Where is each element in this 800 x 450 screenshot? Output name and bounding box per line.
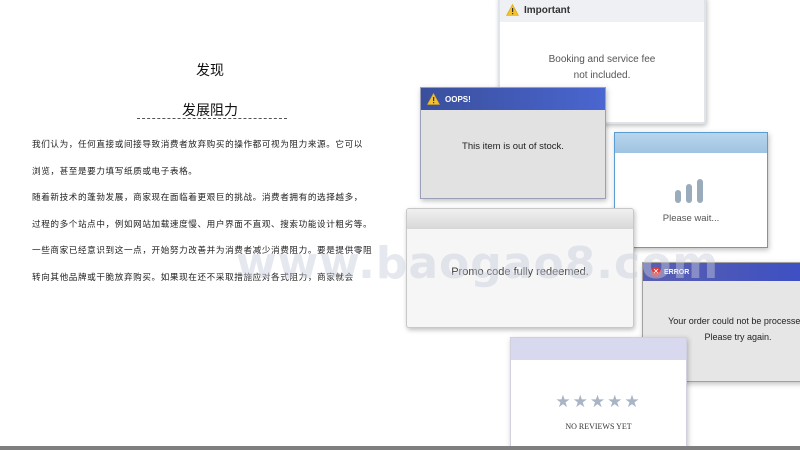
important-dialog-header: Important bbox=[500, 0, 704, 22]
slide-subtitle: 发展阻力 bbox=[182, 103, 238, 119]
loading-dialog-header bbox=[615, 133, 767, 153]
promo-dialog-message: Promo code fully redeemed. bbox=[451, 266, 589, 278]
loading-bar bbox=[697, 179, 703, 203]
body-line: 转向其他品牌或干脆放弃购买。如果现在还不采取措施应对各式阻力，商家就会 bbox=[32, 272, 354, 283]
star-rating-icon: ★★★★★ bbox=[555, 392, 642, 411]
oops-dialog-header: OOPS! bbox=[421, 88, 605, 110]
loading-dialog-message: Please wait... bbox=[662, 213, 720, 224]
warning-icon bbox=[506, 4, 519, 16]
error-icon: ✕ bbox=[651, 267, 661, 277]
loading-indicator-icon bbox=[675, 177, 715, 203]
body-line: 我们认为，任何直接或间接导致消费者放弃购买的操作都可视为阻力来源。它可以 bbox=[32, 140, 363, 150]
body-line: 浏览，甚至是要力填写纸质或电子表格。 bbox=[32, 166, 198, 177]
error-dialog-title: ERROR bbox=[664, 268, 690, 276]
important-message-line: not included. bbox=[573, 70, 631, 81]
body-line: 过程的多个站点中，例如网站加载速度慢、用户界面不直观、搜索功能设计粗劣等。 bbox=[32, 219, 373, 230]
important-message-line: Booking and service fee bbox=[548, 54, 656, 65]
body-line: 一些商家已经意识到这一点，开始努力改善并为消费者减少消费阻力。要是提供零阻 bbox=[32, 246, 373, 256]
error-dialog-header: ✕ ERROR bbox=[643, 263, 800, 281]
reviews-card-header bbox=[511, 338, 686, 360]
bottom-bar bbox=[0, 446, 800, 450]
oops-dialog: OOPS! This item is out of stock. bbox=[420, 87, 606, 199]
oops-dialog-message: This item is out of stock. bbox=[462, 141, 564, 152]
slide: 发现 发展阻力 我们认为，任何直接或间接导致消费者放弃购买的操作都可视为阻力来源… bbox=[0, 0, 800, 450]
reviews-card: ★★★★★ NO REVIEWS YET bbox=[510, 337, 687, 450]
loading-dialog: Please wait... bbox=[614, 132, 768, 248]
error-message-line: Your order could not be processed. bbox=[668, 316, 800, 326]
promo-dialog-header bbox=[407, 209, 633, 229]
important-dialog-title: Important bbox=[524, 4, 571, 16]
slide-title: 发现 bbox=[196, 63, 224, 79]
loading-bar bbox=[675, 190, 681, 203]
reviews-card-message: NO REVIEWS YET bbox=[565, 422, 632, 431]
warning-icon bbox=[427, 93, 440, 105]
loading-bar bbox=[686, 184, 692, 203]
promo-dialog: Promo code fully redeemed. bbox=[406, 208, 634, 328]
important-dialog-message: Booking and service fee not included. bbox=[500, 52, 704, 84]
body-text: 我们认为，任何直接或间接导致消费者放弃购买的操作都可视为阻力来源。它可以 浏览，… bbox=[32, 132, 407, 291]
subtitle-divider bbox=[137, 118, 287, 119]
oops-dialog-title: OOPS! bbox=[445, 94, 471, 104]
body-line: 随着新技术的蓬勃发展，商家现在面临着更艰巨的挑战。消费者拥有的选择越多， bbox=[32, 193, 363, 203]
